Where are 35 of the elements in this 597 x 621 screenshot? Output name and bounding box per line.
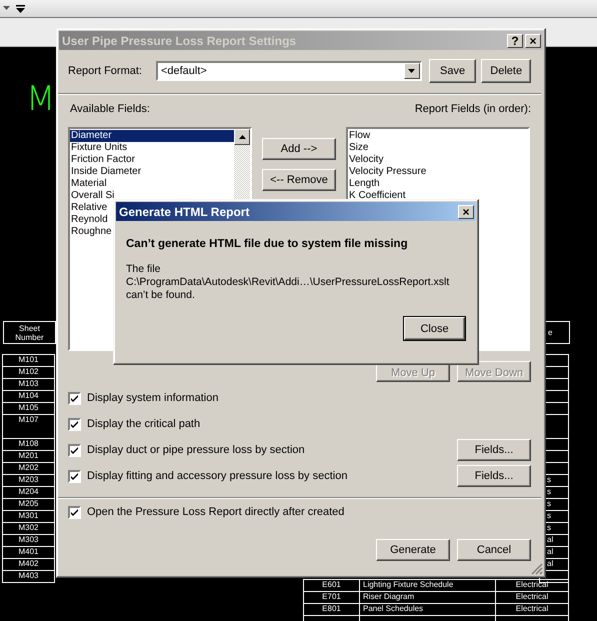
checkbox-label: Display duct or pipe pressure loss by section — [87, 443, 306, 457]
error-heading: Can’t generate HTML file due to system file missing — [126, 237, 409, 251]
table-cell: M101 — [2, 354, 55, 367]
canvas-text: M — [26, 79, 56, 119]
table-cell: M102 — [2, 366, 55, 379]
table-cell: M202 — [2, 462, 55, 475]
table-cell: M303 — [2, 534, 55, 547]
table-cell: E601 — [303, 579, 360, 592]
table-cell: M301 — [2, 510, 55, 523]
table-cell: M204 — [2, 486, 55, 499]
window-title: User Pipe Pressure Loss Report Settings — [62, 34, 298, 48]
checkbox-label: Display system information — [87, 391, 220, 405]
table-cell: M302 — [2, 522, 55, 535]
list-label: Available Fields: — [70, 102, 150, 116]
table-cell: M402 — [2, 558, 55, 571]
checkbox-label: Open the Pressure Loss Report directly after created — [87, 505, 344, 519]
table-cell: M401 — [2, 546, 55, 559]
table-cell: M104 — [2, 390, 55, 403]
table-cell: M107 — [2, 414, 55, 439]
table-cell: M103 — [2, 378, 55, 391]
table-cell: Lighting Fixture Schedule — [359, 579, 496, 592]
table-cell: Electrical — [495, 579, 569, 592]
table-cell: M205 — [2, 498, 55, 511]
table-cell: M105 — [2, 402, 55, 415]
checkbox-label: Display the critical path — [87, 417, 202, 431]
list-label: Report Fields (in order): — [414, 102, 531, 116]
checkbox-label: Display fitting and accessory pressure loss by section — [87, 469, 348, 483]
table-header: Sheet Number — [3, 321, 56, 344]
field-label: Report Format: — [68, 64, 142, 78]
table-cell: M108 — [2, 438, 55, 451]
table-cell: M203 — [2, 474, 55, 487]
table-cell: M403 — [2, 570, 55, 583]
error-message: The file C:\ProgramData\Autodesk\Revit\Addi…\UserPressureLossReport.xslt can’t be found. — [126, 263, 450, 302]
table-cell: M201 — [2, 450, 55, 463]
window-title: Generate HTML Report — [119, 204, 250, 218]
